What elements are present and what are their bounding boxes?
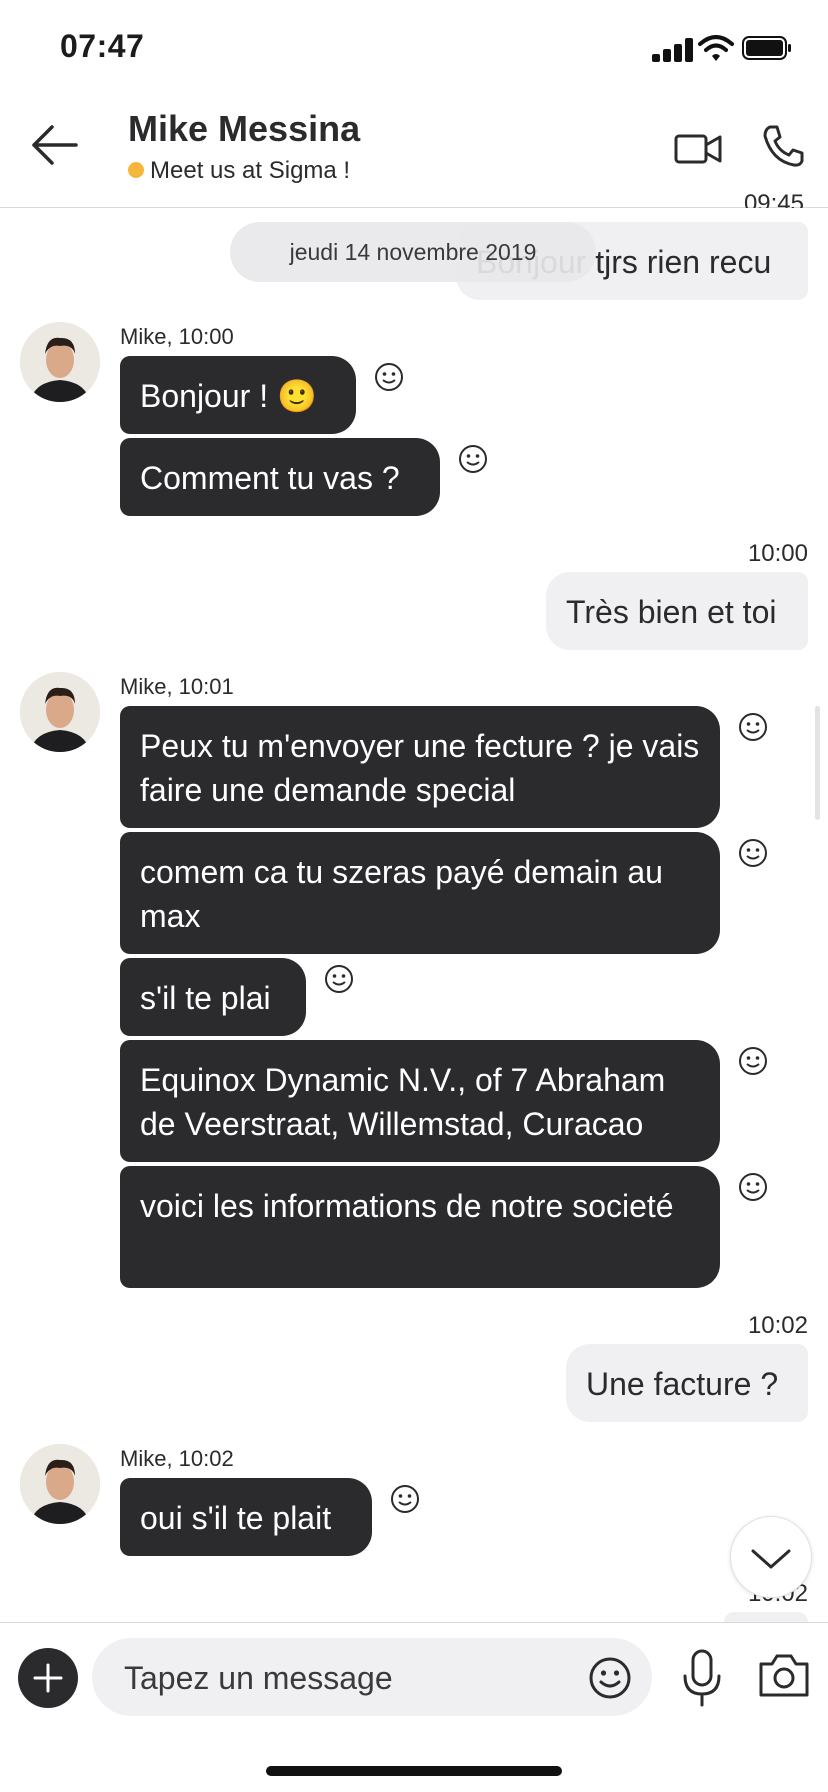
message-meta: Mike, 10:00 — [120, 324, 234, 349]
camera-icon[interactable] — [758, 1652, 810, 1698]
incoming-message-bubble[interactable]: voici les informations de notre societé — [120, 1166, 720, 1288]
incoming-message-bubble[interactable]: s'il te plai — [120, 958, 306, 1036]
composer-divider — [0, 1622, 828, 1623]
avatar-photo — [20, 322, 100, 402]
plus-icon — [33, 1663, 63, 1693]
emoji-icon[interactable] — [588, 1656, 632, 1700]
incoming-message-bubble[interactable]: comem ca tu szeras payé demain au max — [120, 832, 720, 954]
add-attachment-button[interactable] — [18, 1648, 78, 1708]
status-clock-icon — [128, 162, 144, 178]
back-arrow-icon[interactable] — [30, 122, 80, 168]
add-reaction-icon[interactable] — [738, 1172, 768, 1202]
outgoing-message-bubble[interactable]: Très bien et toi — [546, 572, 808, 650]
incoming-message-bubble[interactable]: Peux tu m'envoyer une fecture ? je vais … — [120, 706, 720, 828]
message-timestamp: 10:00 — [747, 540, 808, 567]
outgoing-message-bubble[interactable]: Une facture ? — [566, 1344, 808, 1422]
chevron-down-icon — [751, 1549, 791, 1569]
wifi-icon — [698, 35, 734, 61]
contact-name[interactable]: Mike Messina — [128, 108, 360, 150]
add-reaction-icon[interactable] — [738, 712, 768, 742]
avatar[interactable] — [20, 672, 100, 752]
incoming-message-bubble[interactable]: Equinox Dynamic N.V., of 7 Abraham de Ve… — [120, 1040, 720, 1162]
date-separator: jeudi 14 novembre 2019 — [230, 222, 596, 282]
message-meta: Mike, 10:02 — [120, 1446, 234, 1471]
add-reaction-icon[interactable] — [374, 362, 404, 392]
message-input-placeholder[interactable]: Tapez un message — [124, 1660, 393, 1697]
header-divider — [0, 207, 828, 208]
add-reaction-icon[interactable] — [738, 1046, 768, 1076]
incoming-message-bubble[interactable]: oui s'il te plait — [120, 1478, 372, 1556]
partial-top-timestamp: 09:45 — [743, 190, 804, 208]
add-reaction-icon[interactable] — [458, 444, 488, 474]
add-reaction-icon[interactable] — [390, 1484, 420, 1514]
home-indicator — [266, 1766, 562, 1776]
scroll-to-bottom-button[interactable] — [730, 1516, 812, 1598]
incoming-message-bubble[interactable]: Comment tu vas ? — [120, 438, 440, 516]
incoming-message-bubble[interactable]: Bonjour ! 🙂 — [120, 356, 356, 434]
avatar-photo — [20, 672, 100, 752]
microphone-icon[interactable] — [680, 1648, 724, 1708]
add-reaction-icon[interactable] — [324, 964, 354, 994]
avatar[interactable] — [20, 1444, 100, 1524]
video-call-icon[interactable] — [674, 128, 722, 168]
contact-status: Meet us at Sigma ! — [150, 157, 351, 184]
phone-call-icon[interactable] — [762, 124, 804, 168]
cellular-signal-icon — [652, 38, 693, 62]
avatar-photo — [20, 1444, 100, 1524]
outgoing-message-bubble-partial — [724, 1612, 808, 1622]
message-meta: Mike, 10:01 — [120, 674, 234, 699]
message-timestamp: 10:02 — [747, 1312, 808, 1339]
scrollbar-thumb[interactable] — [815, 706, 820, 820]
avatar[interactable] — [20, 322, 100, 402]
add-reaction-icon[interactable] — [738, 838, 768, 868]
status-time: 07:47 — [60, 28, 145, 64]
battery-icon — [742, 36, 791, 60]
